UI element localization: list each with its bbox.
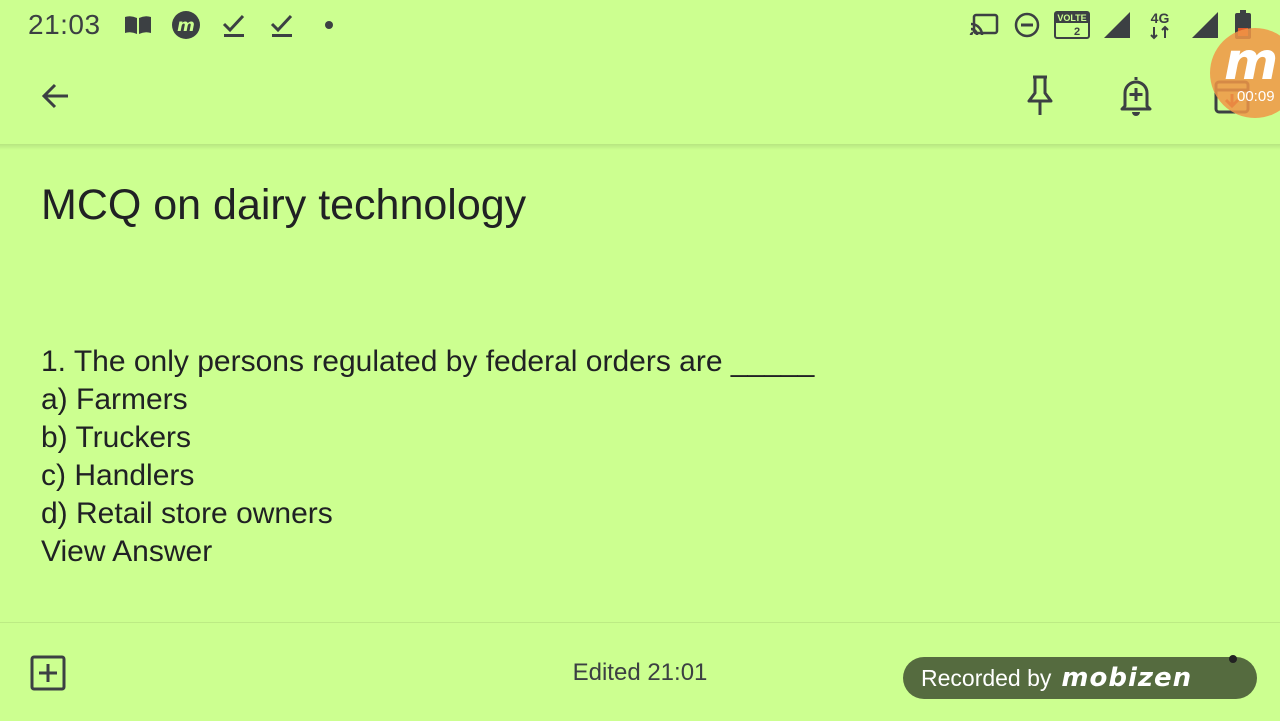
note-line: 1. The only persons regulated by federal…: [41, 345, 815, 378]
recorded-by-watermark: Recorded by mobizen: [903, 657, 1257, 699]
recorder-bubble-letter: m: [1224, 32, 1279, 92]
signal-icon: [1101, 10, 1133, 40]
recorder-dot: [1229, 655, 1237, 663]
recorder-timer: 00:09: [1237, 88, 1275, 105]
pin-button[interactable]: [1016, 70, 1064, 120]
pin-icon: [1027, 75, 1053, 115]
arrow-left-icon: [41, 83, 68, 109]
dnd-icon: [1013, 10, 1041, 40]
check-icon: [268, 10, 296, 40]
app-bar: [0, 50, 1280, 150]
cast-icon: [969, 10, 999, 40]
network-label: 4G: [1151, 10, 1170, 26]
reminder-button[interactable]: [1112, 70, 1160, 120]
book-icon: [122, 10, 154, 40]
note-line: b) Truckers: [41, 421, 192, 454]
note-title-area[interactable]: MCQ on dairy technology: [41, 178, 1241, 232]
svg-text:m: m: [177, 16, 195, 36]
mobizen-logo: mobizen: [1061, 663, 1193, 693]
volte-icon: VOLTE 2: [1054, 10, 1090, 40]
status-bar: 21:03 m VOLTE 2 4G: [0, 0, 1280, 50]
mobizen-icon: m: [170, 10, 202, 40]
app-bar-shadow: [0, 144, 1280, 150]
volte-label: VOLTE: [1057, 13, 1086, 23]
note-line: View Answer: [41, 535, 213, 568]
signal-icon: [1189, 10, 1221, 40]
check-icon: [220, 10, 248, 40]
recorded-by-text: Recorded by: [921, 664, 1052, 691]
dot-icon: [322, 10, 336, 40]
note-line: d) Retail store owners: [41, 497, 333, 530]
back-button[interactable]: [32, 72, 80, 120]
add-alert-icon: [1120, 77, 1152, 116]
volte-sim: 2: [1074, 26, 1080, 38]
4g-icon: 4G: [1146, 10, 1174, 40]
status-time: 21:03: [28, 9, 101, 40]
note-line: c) Handlers: [41, 459, 195, 492]
note-line: a) Farmers: [41, 383, 188, 416]
note-title[interactable]: MCQ on dairy technology: [41, 178, 1241, 232]
note-body[interactable]: 1. The only persons regulated by federal…: [41, 343, 814, 571]
